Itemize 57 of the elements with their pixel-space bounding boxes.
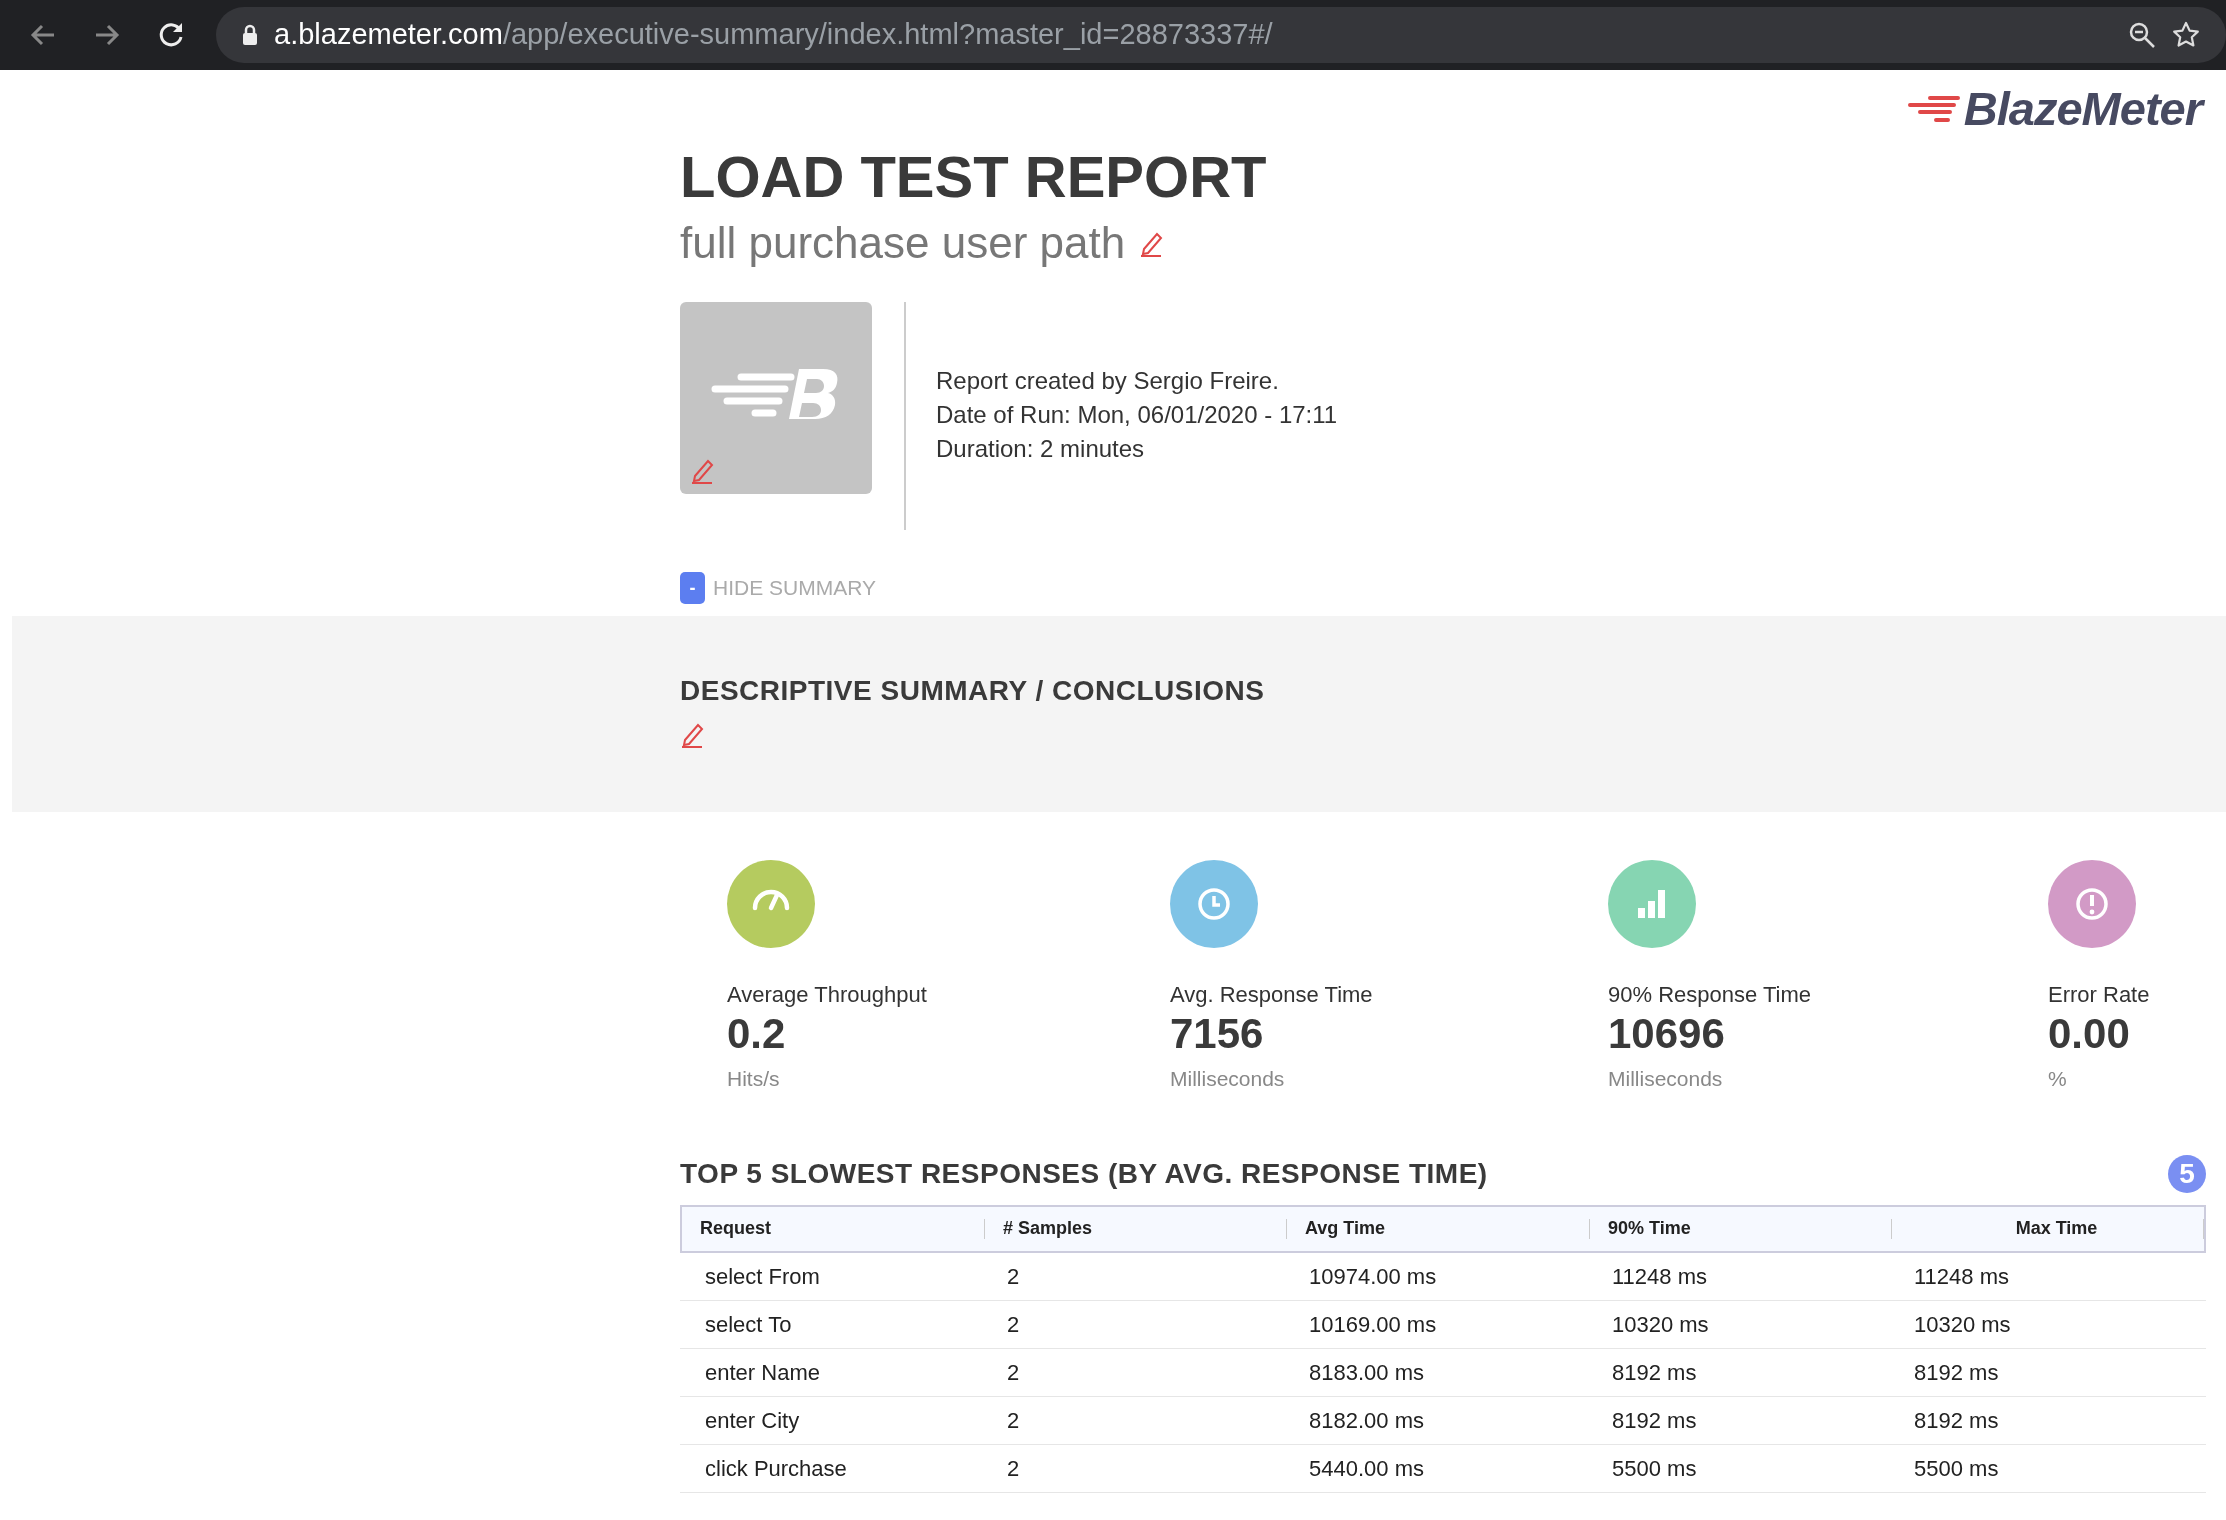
table-cell-text: 2 [1006, 1262, 1021, 1291]
table-cell-text: 8192 ms [1611, 1358, 1698, 1387]
table-cell-text: 10320 ms [1611, 1310, 1710, 1339]
stat-label: Average Throughput [727, 981, 928, 1009]
stat-unit: Milliseconds [1170, 1066, 1286, 1093]
stat-label: Error Rate [2048, 981, 2151, 1009]
table-cell-text: enter Name [704, 1358, 821, 1387]
stat-unit: Milliseconds [1608, 1066, 1724, 1093]
stat-value: 0.00 [2048, 1011, 2131, 1058]
url-text: a.blazemeter.com/app/executive-summary/index.html?master_id=28873337#/ [274, 17, 1274, 53]
report-info-line: Date of Run: Mon, 06/01/2020 - 17:11 [936, 400, 1338, 430]
table-cell-text: 5500 ms [1913, 1454, 2000, 1483]
table-cell-text: 10169.00 ms [1308, 1310, 1438, 1339]
table-cell-text: 2 [1006, 1454, 1021, 1483]
speed-lines-icon [1907, 94, 1960, 124]
count-badge: 5 [2168, 1154, 2206, 1193]
lock-icon [242, 24, 258, 46]
table-cell-text: 11248 ms [1913, 1262, 2010, 1291]
table-cell-text: 2 [1006, 1358, 1021, 1387]
table-cell-text: click Purchase [704, 1454, 848, 1483]
column-header[interactable]: 90% Time [1589, 1218, 1891, 1239]
stat-unit: Hits/s [727, 1066, 781, 1093]
bookmark-star-icon[interactable] [2172, 21, 2200, 49]
report-subtitle: full purchase user path [680, 217, 1126, 269]
table-cell-text: 8183.00 ms [1308, 1358, 1425, 1387]
stat-value: 10696 [1608, 1011, 1726, 1058]
stat-label: 90% Response Time [1608, 981, 1812, 1009]
table-title: TOP 5 SLOWEST RESPONSES (BY AVG. RESPONSE TIME) [680, 1156, 1488, 1191]
table-cell-text: 8182.00 ms [1308, 1406, 1425, 1435]
table-cell-text: 11248 ms [1611, 1262, 1708, 1291]
table-cell-text: 5500 ms [1611, 1454, 1698, 1483]
table-cell-text: 8192 ms [1913, 1358, 2000, 1387]
table-cell-text: select From [704, 1262, 821, 1291]
stat-label: Avg. Response Time [1170, 981, 1374, 1009]
table-cell-text: 2 [1006, 1406, 1021, 1435]
table-cell-text: select To [704, 1310, 793, 1339]
toggle-summary-button[interactable]: - [680, 572, 705, 604]
summary-heading: DESCRIPTIVE SUMMARY / CONCLUSIONS [680, 674, 1266, 708]
column-header[interactable]: Max Time [1891, 1218, 2204, 1239]
table-cell-text: 2 [1006, 1310, 1021, 1339]
table-cell-text: enter City [704, 1406, 801, 1435]
address-bar[interactable]: a.blazemeter.com/app/executive-summary/index.html?master_id=28873337#/ [216, 7, 2226, 63]
report-info-line: Report created by Sergio Freire. [936, 366, 1280, 396]
stat-value: 0.2 [727, 1011, 787, 1058]
stat-unit: % [2048, 1066, 2068, 1093]
column-header[interactable]: # Samples [984, 1218, 1286, 1239]
table-cell-text: 8192 ms [1611, 1406, 1698, 1435]
zoom-icon[interactable] [2128, 21, 2156, 49]
report-info-line: Duration: 2 minutes [936, 434, 1146, 464]
column-header[interactable]: Request [682, 1218, 984, 1239]
table-cell-text: 5440.00 ms [1308, 1454, 1425, 1483]
table-cell-text: 10974.00 ms [1308, 1262, 1438, 1291]
report-title: LOAD TEST REPORT [680, 148, 1268, 206]
table-cell-text: 8192 ms [1913, 1406, 2000, 1435]
column-header[interactable]: Avg Time [1286, 1218, 1589, 1239]
table-cell-text: 10320 ms [1913, 1310, 2012, 1339]
stat-value: 7156 [1170, 1011, 1265, 1058]
